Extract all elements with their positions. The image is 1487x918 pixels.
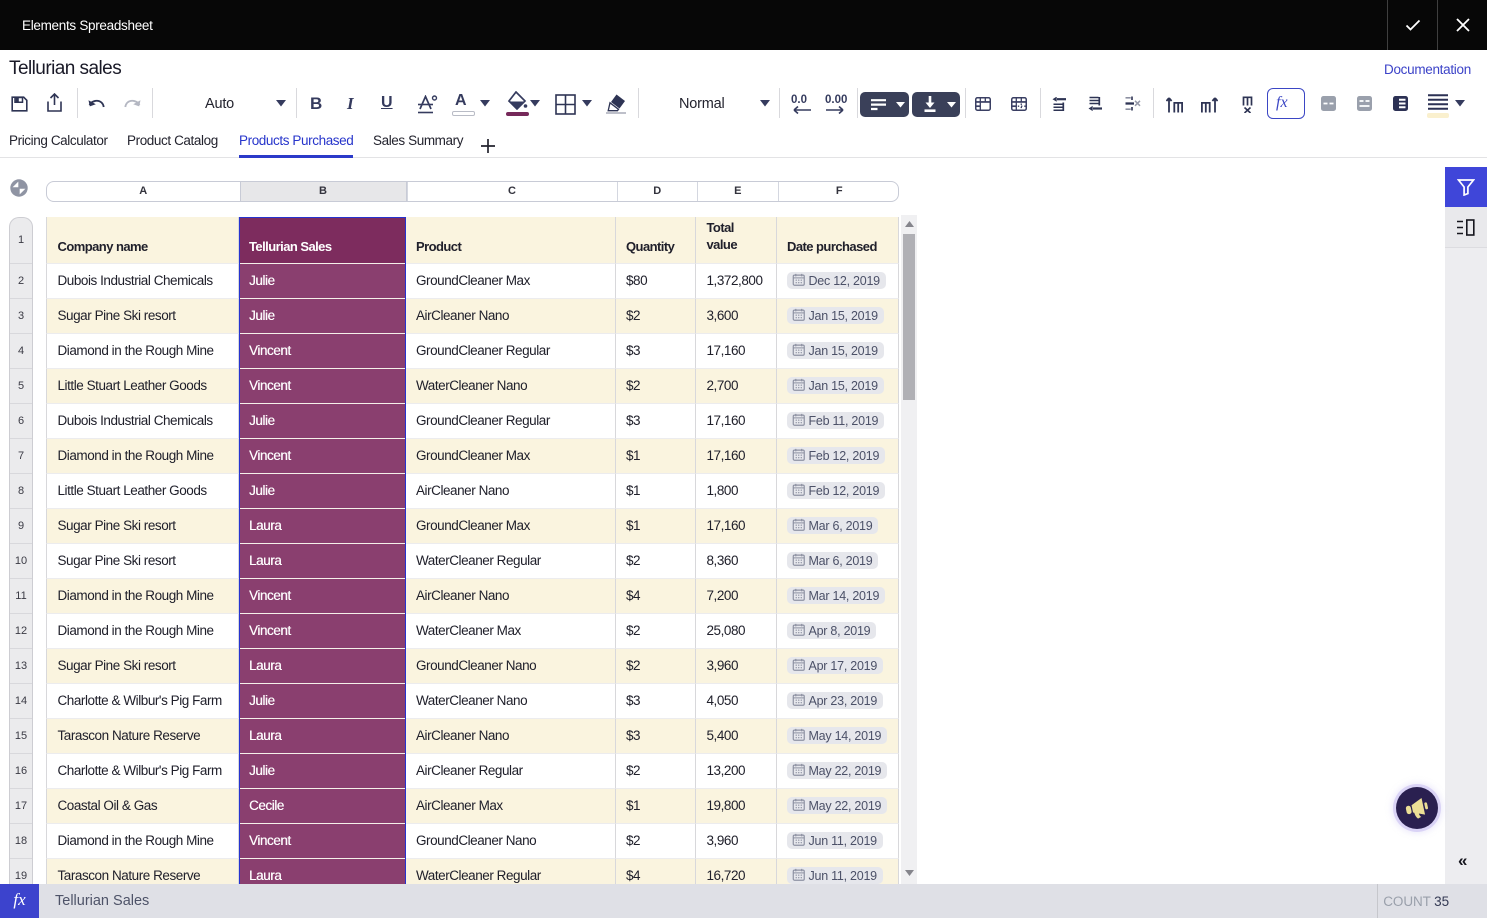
svg-text:0.0: 0.0 (791, 94, 807, 106)
svg-text:0.00: 0.00 (825, 94, 847, 106)
